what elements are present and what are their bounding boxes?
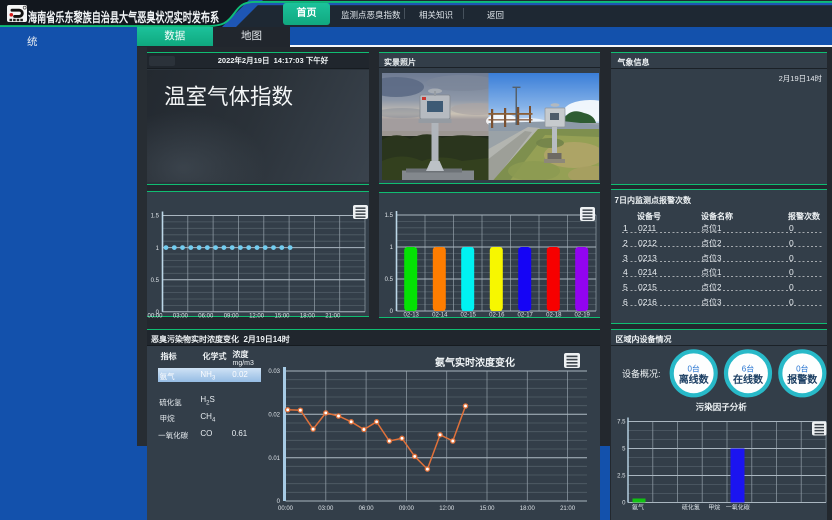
svg-text:7.5: 7.5 [617, 419, 626, 425]
svg-text:1.5: 1.5 [151, 213, 160, 219]
svg-text:06:00: 06:00 [359, 506, 375, 512]
svg-text:0.01: 0.01 [268, 456, 280, 462]
svg-text:02-19: 02-19 [575, 313, 591, 319]
svg-text:15:00: 15:00 [479, 506, 495, 512]
svg-text:18:00: 18:00 [300, 313, 316, 319]
svg-text:0.5: 0.5 [385, 277, 394, 283]
svg-text:2.5: 2.5 [617, 473, 626, 479]
svg-text:6台: 6台 [742, 363, 754, 373]
svg-text:0台: 0台 [796, 363, 808, 373]
svg-text:0: 0 [277, 499, 281, 505]
svg-text:02-18: 02-18 [546, 313, 562, 319]
svg-text:12:00: 12:00 [439, 506, 455, 512]
svg-text:甲烷: 甲烷 [708, 503, 720, 511]
svg-text:0.5: 0.5 [151, 277, 160, 283]
svg-text:15:00: 15:00 [274, 313, 290, 319]
svg-text:02-14: 02-14 [432, 313, 448, 319]
svg-text:00:00: 00:00 [278, 506, 294, 512]
svg-text:1: 1 [156, 245, 160, 251]
svg-text:硫化氢: 硫化氢 [682, 503, 700, 511]
svg-text:0.03: 0.03 [268, 369, 280, 375]
svg-text:1: 1 [390, 245, 394, 251]
svg-text:离线数: 离线数 [679, 373, 710, 386]
svg-text:18:00: 18:00 [520, 506, 536, 512]
svg-text:09:00: 09:00 [224, 313, 240, 319]
svg-text:0.02: 0.02 [268, 413, 280, 419]
svg-text:在线数: 在线数 [733, 373, 764, 386]
svg-text:03:00: 03:00 [173, 313, 189, 319]
svg-text:氨气: 氨气 [632, 503, 644, 511]
svg-text:00:00: 00:00 [147, 313, 163, 319]
svg-text:02-15: 02-15 [461, 313, 477, 319]
svg-text:21:00: 21:00 [325, 313, 341, 319]
svg-text:0台: 0台 [687, 363, 699, 373]
svg-text:02-16: 02-16 [489, 313, 505, 319]
svg-text:0: 0 [622, 500, 626, 506]
svg-text:一氧化碳: 一氧化碳 [726, 503, 750, 511]
svg-text:1.5: 1.5 [385, 213, 394, 219]
svg-text:09:00: 09:00 [399, 506, 415, 512]
svg-text:5: 5 [622, 446, 626, 452]
svg-text:06:00: 06:00 [198, 313, 214, 319]
svg-text:02-13: 02-13 [404, 313, 420, 319]
svg-text:报警数: 报警数 [787, 373, 818, 386]
svg-text:03:00: 03:00 [318, 506, 334, 512]
svg-text:21:00: 21:00 [560, 506, 576, 512]
svg-text:0: 0 [390, 309, 394, 315]
svg-text:12:00: 12:00 [249, 313, 265, 319]
svg-text:02-17: 02-17 [518, 313, 534, 319]
